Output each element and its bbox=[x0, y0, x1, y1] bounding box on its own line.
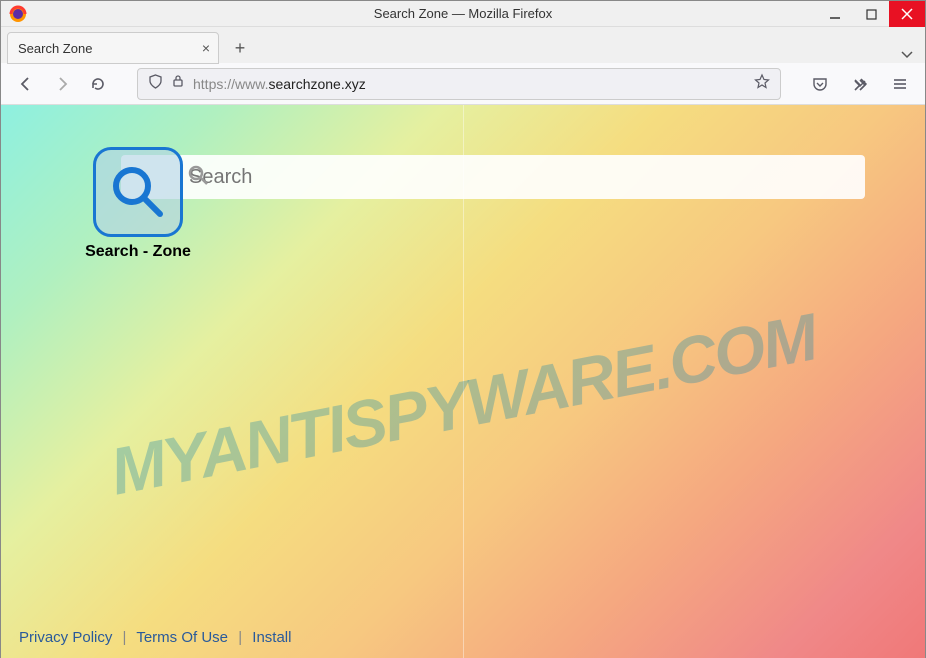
tabbar: Search Zone × + bbox=[1, 27, 925, 63]
logo-box bbox=[93, 147, 183, 237]
urlbar[interactable]: https://www.searchzone.xyz bbox=[137, 68, 781, 100]
logo-label: Search - Zone bbox=[81, 243, 195, 261]
forward-button[interactable] bbox=[47, 69, 77, 99]
pocket-icon[interactable] bbox=[805, 69, 835, 99]
url-text: https://www.searchzone.xyz bbox=[193, 76, 746, 92]
close-button[interactable] bbox=[889, 1, 925, 27]
toolbar-right bbox=[805, 69, 915, 99]
footer: Privacy Policy | Terms Of Use | Install bbox=[19, 629, 291, 646]
window-controls bbox=[817, 1, 925, 27]
search-box bbox=[121, 155, 865, 199]
footer-install-link[interactable]: Install bbox=[252, 629, 291, 646]
new-tab-button[interactable]: + bbox=[225, 33, 255, 63]
site-logo: Search - Zone bbox=[81, 147, 195, 261]
lock-icon[interactable] bbox=[171, 74, 185, 93]
tab-label: Search Zone bbox=[18, 41, 92, 56]
bookmark-star-icon[interactable] bbox=[754, 73, 770, 94]
search-input[interactable] bbox=[135, 166, 851, 189]
minimize-button[interactable] bbox=[817, 1, 853, 27]
titlebar: Search Zone — Mozilla Firefox bbox=[1, 1, 925, 27]
shield-icon[interactable] bbox=[148, 74, 163, 94]
overflow-icon[interactable] bbox=[845, 69, 875, 99]
menu-icon[interactable] bbox=[885, 69, 915, 99]
page-content: Search - Zone MYANTISPYWARE.COM Privacy … bbox=[1, 105, 925, 658]
tab-active[interactable]: Search Zone × bbox=[7, 32, 219, 64]
tab-close-icon[interactable]: × bbox=[202, 40, 210, 56]
watermark: MYANTISPYWARE.COM bbox=[104, 298, 822, 509]
maximize-button[interactable] bbox=[853, 1, 889, 27]
footer-privacy-link[interactable]: Privacy Policy bbox=[19, 629, 112, 646]
footer-terms-link[interactable]: Terms Of Use bbox=[136, 629, 228, 646]
back-button[interactable] bbox=[11, 69, 41, 99]
footer-separator: | bbox=[123, 629, 127, 646]
window-title: Search Zone — Mozilla Firefox bbox=[374, 6, 552, 21]
firefox-icon bbox=[7, 3, 29, 25]
reload-button[interactable] bbox=[83, 69, 113, 99]
toolbar: https://www.searchzone.xyz bbox=[1, 63, 925, 105]
tabs-dropdown-icon[interactable] bbox=[901, 47, 913, 63]
footer-separator: | bbox=[238, 629, 242, 646]
